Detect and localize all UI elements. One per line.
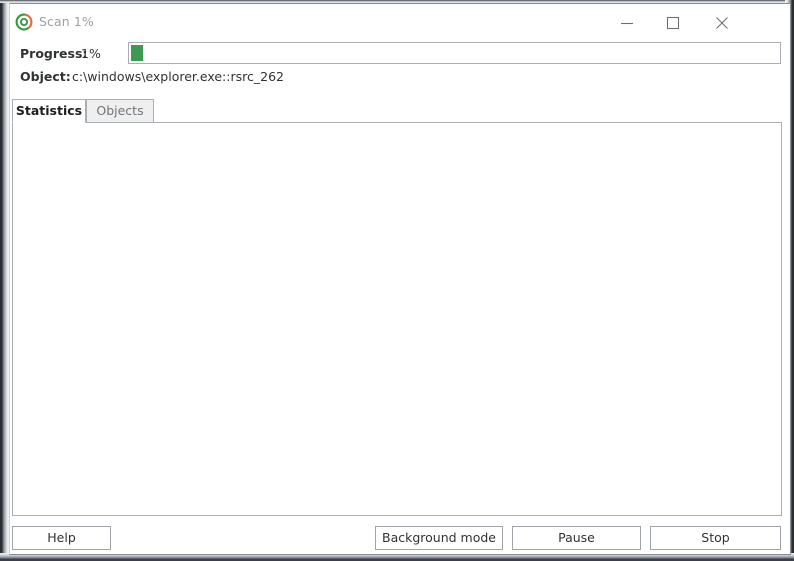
application-window: Scan 1% Progress: 1% Object: c:\windows\…: [0, 0, 794, 561]
pause-button[interactable]: Pause: [512, 526, 641, 550]
tab-objects[interactable]: Objects: [86, 99, 154, 123]
object-path-value: c:\windows\explorer.exe::rsrc_262: [72, 69, 284, 84]
progress-bar: [128, 42, 781, 64]
minimize-button[interactable]: [604, 8, 650, 38]
progress-label: Progress:: [20, 46, 88, 61]
object-label: Object:: [20, 69, 71, 84]
statistics-panel: [12, 122, 782, 516]
close-button[interactable]: [699, 8, 745, 38]
maximize-icon: [666, 16, 680, 30]
progress-percent-text: 1%: [81, 46, 101, 61]
window-title: Scan 1%: [39, 14, 94, 29]
background-mode-button[interactable]: Background mode: [375, 526, 503, 550]
close-icon: [716, 17, 728, 29]
tab-strip: Statistics Objects: [12, 99, 782, 123]
stop-button[interactable]: Stop: [650, 526, 781, 550]
maximize-button[interactable]: [650, 8, 696, 38]
tab-statistics[interactable]: Statistics: [12, 99, 86, 123]
scan-swirl-icon: [15, 13, 33, 31]
title-bar: Scan 1%: [10, 4, 790, 40]
progress-bar-fill: [131, 45, 143, 61]
help-button[interactable]: Help: [12, 526, 111, 550]
minimize-icon: [621, 22, 633, 25]
